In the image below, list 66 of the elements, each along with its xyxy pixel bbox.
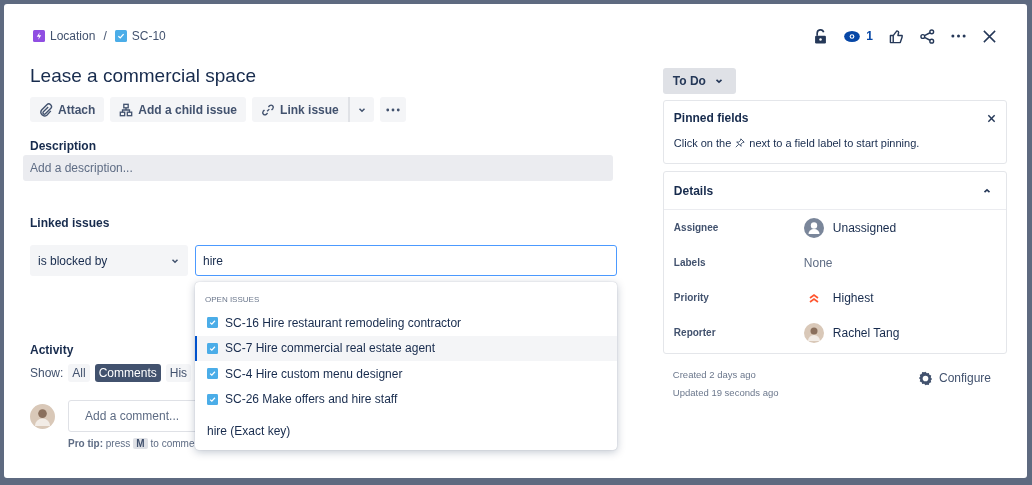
avatar-icon xyxy=(30,403,55,429)
status-button[interactable]: To Do xyxy=(662,68,736,94)
task-icon xyxy=(207,368,218,380)
breadcrumb-link[interactable]: Location xyxy=(33,29,96,43)
field-label: Priority xyxy=(673,292,710,303)
description-field[interactable]: Add a description... xyxy=(23,155,613,181)
eye-icon xyxy=(844,30,861,42)
pin-icon xyxy=(735,138,746,148)
issue-option[interactable]: SC-26 Make offers and hire staff xyxy=(195,386,617,412)
issue-title: Lease a commercial space xyxy=(30,64,257,88)
hint-text: Click on the xyxy=(673,137,732,149)
field-label: Labels xyxy=(673,257,707,268)
hierarchy-icon xyxy=(119,102,134,117)
field-label: Assignee xyxy=(673,222,720,233)
tip-text: to comme xyxy=(150,438,195,449)
field-value: None xyxy=(803,255,833,270)
filter-tab[interactable]: All xyxy=(68,364,90,382)
panel-title: Pinned fields xyxy=(673,111,749,125)
paperclip-icon xyxy=(39,102,53,117)
issue-option[interactable]: SC-4 Hire custom menu designer xyxy=(195,361,617,387)
filter-tab[interactable]: Comments xyxy=(94,364,161,382)
comment-field[interactable]: Add a comment... xyxy=(68,400,198,432)
updated-text: Updated 19 seconds ago xyxy=(672,386,779,400)
close-icon[interactable] xyxy=(987,113,996,123)
exact-key-option[interactable]: hire (Exact key) xyxy=(195,418,617,444)
tip-text: Pro tip: press xyxy=(68,438,131,449)
link-icon[interactable] xyxy=(261,102,276,117)
created-text: Created 2 days ago xyxy=(672,368,757,382)
show-label: Show: xyxy=(30,366,64,380)
task-icon xyxy=(207,317,218,329)
close-icon[interactable] xyxy=(982,28,997,44)
field-label: Reporter xyxy=(673,327,717,338)
action-button[interactable]: Link issue xyxy=(252,97,348,122)
details-header[interactable]: Details xyxy=(663,172,1006,210)
user-icon xyxy=(803,217,824,238)
thumbs-up-icon[interactable] xyxy=(889,28,904,44)
avatar-icon xyxy=(803,322,824,343)
section-label: Description xyxy=(30,138,96,154)
section-label: Activity xyxy=(30,342,74,358)
configure-button[interactable]: Configure xyxy=(911,368,997,388)
issue-option[interactable]: SC-7 Hire commercial real estate agent xyxy=(195,335,617,361)
lightning-icon xyxy=(33,30,45,42)
action-button[interactable]: Add a child issue xyxy=(110,97,247,122)
relation-select[interactable]: is blocked by xyxy=(30,245,188,276)
task-icon xyxy=(114,30,127,42)
more-icon[interactable] xyxy=(951,34,966,38)
field-value: Unassigned xyxy=(832,220,897,235)
gear-icon xyxy=(917,370,933,386)
breadcrumb-separator: / xyxy=(103,29,107,43)
more-icon xyxy=(385,107,400,112)
section-label: Linked issues xyxy=(30,215,110,231)
issue-option[interactable]: SC-16 Hire restaurant remodeling contractor xyxy=(195,310,617,336)
filter-tab[interactable]: His xyxy=(165,364,192,382)
action-button[interactable]: Attach xyxy=(30,97,105,122)
task-icon xyxy=(207,342,218,354)
hint-text: next to a field label to start pinning. xyxy=(749,137,920,149)
key-badge: M xyxy=(133,438,148,449)
task-icon xyxy=(207,393,218,405)
field-value: Highest xyxy=(832,290,874,305)
field-value: Rachel Tang xyxy=(832,325,900,340)
share-icon[interactable] xyxy=(920,28,935,44)
watch-button[interactable]: 1 xyxy=(844,29,873,43)
issue-search-field[interactable]: hire xyxy=(195,245,617,276)
lock-icon[interactable] xyxy=(813,28,829,44)
menu-heading: OPEN ISSUES xyxy=(204,294,261,306)
breadcrumb-link[interactable]: SC-10 xyxy=(114,29,166,43)
